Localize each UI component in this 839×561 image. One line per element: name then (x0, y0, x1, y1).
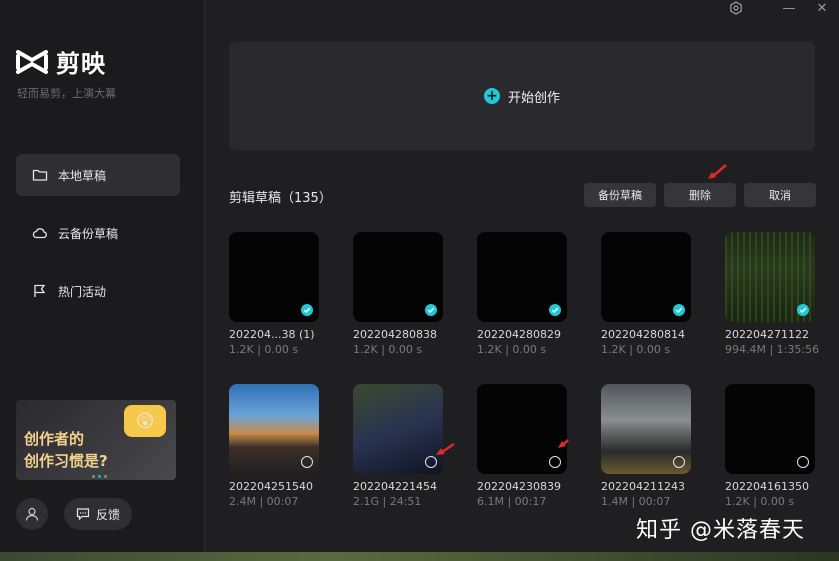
folder-icon (32, 169, 48, 181)
carousel-dots[interactable] (92, 475, 107, 478)
draft-thumbnail[interactable] (477, 232, 567, 322)
sidebar-item-label: 本地草稿 (58, 168, 107, 183)
draft-name: 202204280814 (601, 328, 685, 341)
sidebar-item-label: 云备份草稿 (58, 226, 119, 241)
checked-icon[interactable] (425, 304, 437, 316)
drafts-section-title: 剪辑草稿（135） (229, 191, 332, 206)
carousel-dot[interactable] (92, 475, 95, 478)
sidebar-item-local-drafts[interactable]: 本地草稿 (16, 154, 180, 196)
draft-thumbnail[interactable] (353, 384, 443, 474)
draft-name: 202204271122 (725, 328, 809, 341)
draft-card[interactable]: 202204280829 1.2K | 0.00 s (477, 232, 597, 356)
carousel-dot[interactable] (104, 475, 107, 478)
delete-button[interactable]: 删除 (664, 183, 736, 207)
draft-card[interactable]: 202204251540 2.4M | 00:07 (229, 384, 349, 508)
close-icon: ✕ (816, 0, 828, 16)
select-circle-icon[interactable] (797, 456, 809, 468)
draft-thumbnail[interactable] (601, 384, 691, 474)
draft-name: 202204230839 (477, 480, 561, 493)
promo-text: 创作者的 创作习惯是? (24, 430, 108, 470)
app-name: 剪映 (56, 50, 106, 78)
sidebar-item-cloud-drafts[interactable]: 云备份草稿 (16, 212, 180, 254)
app-logo: 剪映 (16, 44, 106, 79)
start-creating-button[interactable]: + 开始创作 (229, 42, 815, 150)
draft-card[interactable]: 202204230839 6.1M | 00:17 (477, 384, 597, 508)
desktop-background-strip (0, 552, 839, 561)
select-circle-icon[interactable] (301, 456, 313, 468)
red-arrow-icon (436, 442, 455, 455)
minimize-button[interactable]: — (779, 0, 799, 16)
select-circle-icon[interactable] (549, 456, 561, 468)
draft-name: 202204...38 (1) (229, 328, 315, 341)
user-icon (25, 507, 39, 521)
draft-name: 202204280838 (353, 328, 437, 341)
app-slogan: 轻而易剪，上演大幕 (17, 87, 116, 100)
draft-thumbnail[interactable] (601, 232, 691, 322)
cloud-icon (32, 228, 47, 239)
draft-thumbnail[interactable] (725, 384, 815, 474)
thinking-emoji-icon: 😲 (124, 405, 166, 437)
plus-icon: + (483, 88, 500, 104)
checked-icon[interactable] (549, 304, 561, 316)
draft-card[interactable]: 202204280838 1.2K | 0.00 s (353, 232, 473, 356)
carousel-dot[interactable] (98, 475, 101, 478)
feedback-button[interactable]: 反馈 (64, 498, 132, 530)
draft-meta: 2.1G | 24:51 (353, 495, 422, 508)
watermark: 知乎 @米落春天 (636, 518, 805, 543)
draft-meta: 1.2K | 0.00 s (725, 495, 795, 508)
cancel-button[interactable]: 取消 (744, 183, 816, 207)
draft-meta: 1.4M | 00:07 (601, 495, 671, 508)
draft-name: 202204211243 (601, 480, 685, 493)
draft-name: 202204221454 (353, 480, 437, 493)
red-arrow-icon (708, 164, 727, 179)
draft-thumbnail[interactable] (229, 232, 319, 322)
sidebar-item-hot-events[interactable]: 热门活动 (16, 270, 180, 312)
sidebar-item-label: 热门活动 (58, 284, 107, 299)
draft-card[interactable]: 202204161350 1.2K | 0.00 s (725, 384, 839, 508)
draft-meta: 1.2K | 0.00 s (229, 343, 299, 356)
draft-card[interactable]: 202204271122 994.4M | 1:35:56 (725, 232, 839, 356)
draft-card[interactable]: 202204211243 1.4M | 00:07 (601, 384, 721, 508)
checked-icon[interactable] (673, 304, 685, 316)
message-icon (76, 508, 90, 521)
draft-thumbnail[interactable] (477, 384, 567, 474)
draft-card[interactable]: 202204...38 (1) 1.2K | 0.00 s (229, 232, 349, 356)
draft-thumbnail[interactable] (353, 232, 443, 322)
draft-name: 202204280829 (477, 328, 561, 341)
select-circle-icon[interactable] (673, 456, 685, 468)
flag-icon (34, 284, 46, 297)
draft-name: 202204161350 (725, 480, 809, 493)
gear-icon (730, 1, 742, 15)
close-button[interactable]: ✕ (812, 0, 832, 16)
draft-meta: 1.2K | 0.00 s (353, 343, 423, 356)
start-creating-label: 开始创作 (507, 90, 560, 106)
backup-drafts-button[interactable]: 备份草稿 (584, 183, 656, 207)
minimize-icon: — (782, 0, 796, 16)
settings-button[interactable] (726, 0, 746, 16)
sidebar: 剪映 轻而易剪，上演大幕 本地草稿 云备份草稿 热门活动 😲 创作者的 创作习惯… (0, 0, 205, 561)
checked-icon[interactable] (797, 304, 809, 316)
draft-name: 202204251540 (229, 480, 313, 493)
red-arrow-icon (558, 439, 569, 448)
draft-card[interactable]: 202204280814 1.2K | 0.00 s (601, 232, 721, 356)
draft-meta: 2.4M | 00:07 (229, 495, 299, 508)
capcut-logo-icon (16, 49, 48, 74)
draft-thumbnail[interactable] (229, 384, 319, 474)
draft-meta: 994.4M | 1:35:56 (725, 343, 820, 356)
promo-banner[interactable]: 😲 创作者的 创作习惯是? (16, 400, 176, 480)
feedback-label: 反馈 (95, 507, 120, 522)
avatar[interactable] (16, 498, 48, 530)
draft-meta: 6.1M | 00:17 (477, 495, 547, 508)
draft-meta: 1.2K | 0.00 s (601, 343, 671, 356)
checked-icon[interactable] (301, 304, 313, 316)
draft-thumbnail[interactable] (725, 232, 815, 322)
draft-meta: 1.2K | 0.00 s (477, 343, 547, 356)
